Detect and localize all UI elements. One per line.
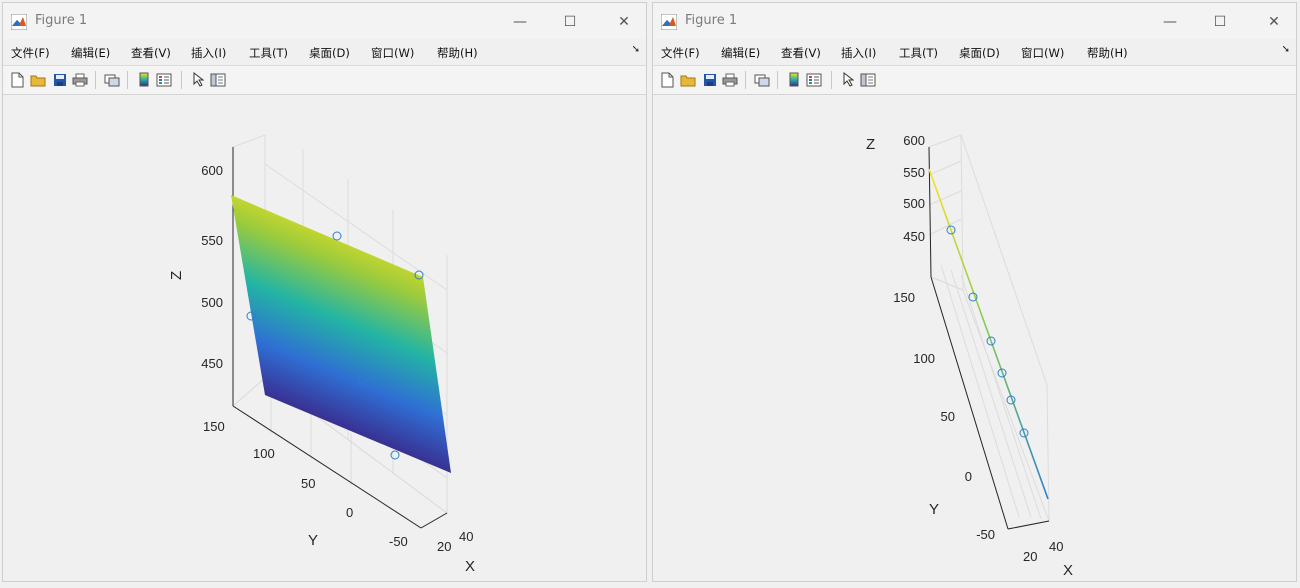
axes-3d-right[interactable]: 600 550 500 450 Z 150 100 50 0 -50 Y 20 …	[653, 95, 1297, 582]
menu-tools[interactable]: 工具(T)	[249, 45, 288, 61]
menu-view[interactable]: 查看(V)	[131, 45, 171, 61]
title-bar[interactable]: Figure 1 — ☐ ✕	[653, 3, 1296, 39]
link-plot-icon[interactable]	[103, 71, 120, 88]
minimize-button[interactable]: —	[499, 9, 541, 35]
x-axis-label: X	[1063, 562, 1073, 579]
y-axis-label: Y	[308, 532, 318, 549]
x-ticks: 20 40	[437, 529, 473, 554]
menu-help[interactable]: 帮助(H)	[437, 45, 478, 61]
x-tick-label: 40	[1049, 539, 1063, 554]
z-tick-label: 550	[903, 165, 925, 180]
figure-window-left[interactable]: Figure 1 — ☐ ✕ 文件(F) 编辑(E) 查看(V) 插入(I) 工…	[2, 2, 647, 582]
y-tick-label: 0	[346, 505, 353, 520]
y-ticks: 150 100 50 0 -50	[893, 290, 995, 542]
property-editor-icon[interactable]	[859, 71, 876, 88]
toolbar	[3, 65, 646, 95]
menu-chevron-icon[interactable]: ➘	[1282, 44, 1290, 55]
pointer-icon[interactable]	[839, 71, 856, 88]
z-tick-label: 500	[201, 295, 223, 310]
z-tick-label: 450	[903, 229, 925, 244]
x-tick-label: 20	[1023, 549, 1037, 564]
y-tick-label: -50	[389, 534, 408, 549]
close-button[interactable]: ✕	[603, 9, 645, 35]
z-tick-label: 550	[201, 233, 223, 248]
y-tick-label: 0	[965, 469, 972, 484]
z-axis-label: Z	[168, 271, 185, 280]
y-tick-label: -50	[976, 527, 995, 542]
menu-file[interactable]: 文件(F)	[661, 45, 700, 61]
print-icon[interactable]	[721, 71, 738, 88]
menu-bar: 文件(F) 编辑(E) 查看(V) 插入(I) 工具(T) 桌面(D) 窗口(W…	[3, 39, 646, 65]
matlab-logo-icon	[661, 14, 677, 30]
window-title: Figure 1	[685, 13, 738, 28]
legend-icon[interactable]	[805, 71, 822, 88]
y-tick-label: 100	[913, 351, 935, 366]
menu-view[interactable]: 查看(V)	[781, 45, 821, 61]
menu-edit[interactable]: 编辑(E)	[71, 45, 110, 61]
data-point	[332, 231, 342, 241]
z-ticks: 600 550 500 450	[201, 163, 223, 371]
menu-window[interactable]: 窗口(W)	[1021, 45, 1064, 61]
menu-edit[interactable]: 编辑(E)	[721, 45, 760, 61]
new-figure-icon[interactable]	[9, 71, 26, 88]
property-editor-icon[interactable]	[209, 71, 226, 88]
y-axis-label: Y	[929, 501, 939, 518]
y-tick-label: 100	[253, 446, 275, 461]
maximize-button[interactable]: ☐	[549, 9, 591, 35]
minimize-button[interactable]: —	[1149, 9, 1191, 35]
close-icon: ✕	[618, 14, 630, 30]
x-ticks: 20 40	[1023, 539, 1063, 564]
toolbar	[653, 65, 1296, 95]
legend-icon[interactable]	[155, 71, 172, 88]
minimize-icon: —	[1163, 14, 1177, 30]
open-file-icon[interactable]	[29, 71, 46, 88]
title-bar[interactable]: Figure 1 — ☐ ✕	[3, 3, 646, 39]
maximize-icon: ☐	[1213, 14, 1227, 30]
z-tick-label: 500	[903, 196, 925, 211]
figure-window-right[interactable]: Figure 1 — ☐ ✕ 文件(F) 编辑(E) 查看(V) 插入(I) 工…	[652, 2, 1297, 582]
matlab-logo-icon	[11, 14, 27, 30]
y-tick-label: 50	[941, 409, 955, 424]
print-icon[interactable]	[71, 71, 88, 88]
axes-3d-left[interactable]: 600 550 500 450 Z 150 100 50 0 -50 Y 20 …	[3, 95, 647, 582]
menu-insert[interactable]: 插入(I)	[841, 45, 876, 61]
menu-insert[interactable]: 插入(I)	[191, 45, 226, 61]
menu-file[interactable]: 文件(F)	[11, 45, 50, 61]
menu-bar: 文件(F) 编辑(E) 查看(V) 插入(I) 工具(T) 桌面(D) 窗口(W…	[653, 39, 1296, 65]
menu-chevron-icon[interactable]: ➘	[632, 44, 640, 55]
colorbar-icon[interactable]	[135, 71, 152, 88]
y-tick-label: 50	[301, 476, 315, 491]
data-point	[390, 450, 400, 460]
fitted-surface-edge	[928, 168, 1049, 500]
menu-window[interactable]: 窗口(W)	[371, 45, 414, 61]
z-tick-label: 600	[903, 133, 925, 148]
menu-help[interactable]: 帮助(H)	[1087, 45, 1128, 61]
save-icon[interactable]	[701, 71, 718, 88]
maximize-button[interactable]: ☐	[1199, 9, 1241, 35]
maximize-icon: ☐	[563, 14, 577, 30]
minimize-icon: —	[513, 14, 527, 30]
z-tick-label: 450	[201, 356, 223, 371]
axes-box	[928, 134, 1050, 530]
colorbar-icon[interactable]	[785, 71, 802, 88]
menu-tools[interactable]: 工具(T)	[899, 45, 938, 61]
new-figure-icon[interactable]	[659, 71, 676, 88]
x-axis-label: X	[465, 558, 475, 575]
window-title: Figure 1	[35, 13, 88, 28]
z-tick-label: 600	[201, 163, 223, 178]
close-button[interactable]: ✕	[1253, 9, 1295, 35]
z-ticks: 600 550 500 450	[903, 133, 925, 244]
y-tick-label: 150	[893, 290, 915, 305]
open-file-icon[interactable]	[679, 71, 696, 88]
pointer-icon[interactable]	[189, 71, 206, 88]
y-tick-label: 150	[203, 419, 225, 434]
save-icon[interactable]	[51, 71, 68, 88]
menu-desktop[interactable]: 桌面(D)	[309, 45, 350, 61]
x-tick-label: 40	[459, 529, 473, 544]
x-tick-label: 20	[437, 539, 451, 554]
link-plot-icon[interactable]	[753, 71, 770, 88]
close-icon: ✕	[1268, 14, 1280, 30]
menu-desktop[interactable]: 桌面(D)	[959, 45, 1000, 61]
z-axis-label: Z	[866, 136, 875, 153]
